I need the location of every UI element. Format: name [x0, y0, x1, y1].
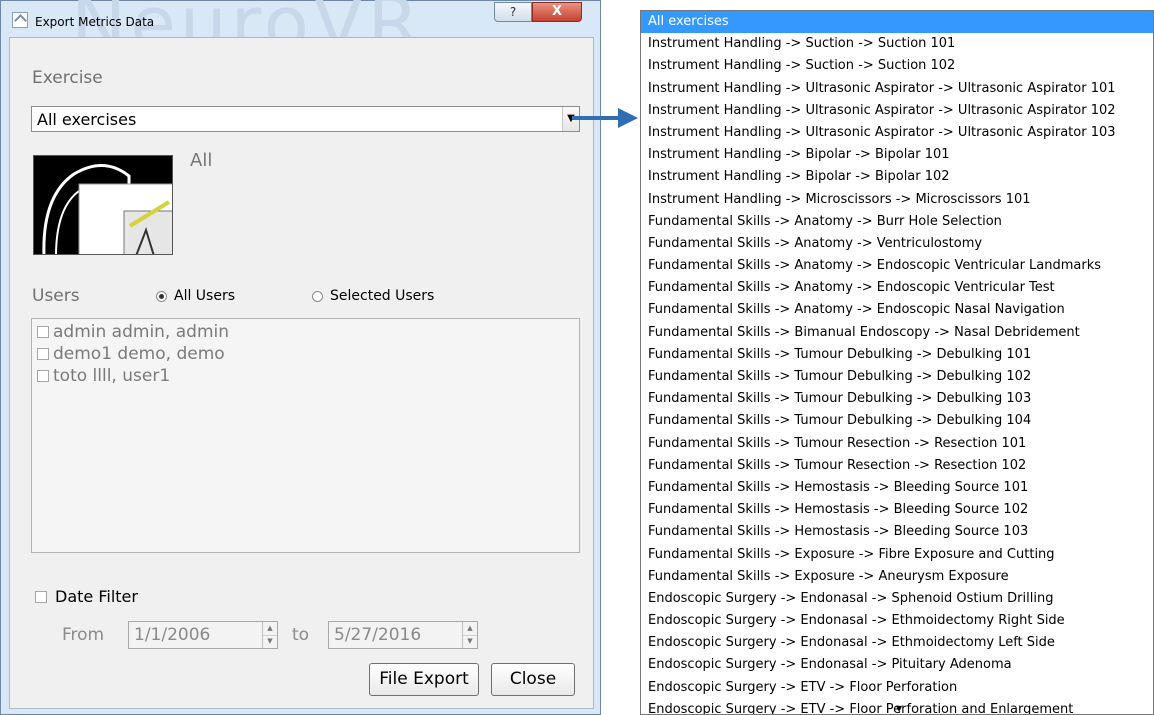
close-button[interactable]: Close — [491, 663, 575, 696]
list-item[interactable]: Instrument Handling -> Suction -> Suctio… — [641, 55, 1153, 77]
file-export-button[interactable]: File Export — [369, 663, 479, 696]
from-date-field[interactable]: 1/1/2006 ▲ ▼ — [128, 621, 278, 649]
list-item[interactable]: Fundamental Skills -> Exposure -> Aneury… — [641, 566, 1153, 588]
selected-users-radio[interactable]: Selected Users — [312, 288, 434, 304]
list-item[interactable]: Fundamental Skills -> Exposure -> Fibre … — [641, 544, 1153, 566]
list-item[interactable]: Instrument Handling -> Ultrasonic Aspira… — [641, 100, 1153, 122]
export-metrics-dialog: NeuroVR Export Metrics Data ? X Exercise… — [0, 0, 601, 715]
user-name: toto llll, user1 — [53, 366, 171, 386]
exercise-label: Exercise — [32, 68, 103, 88]
spin-down-icon[interactable]: ▼ — [463, 635, 477, 648]
close-icon: X — [551, 4, 563, 19]
exercise-combobox-value: All exercises — [37, 110, 137, 129]
list-item[interactable]: Endoscopic Surgery -> ETV -> Floor Perfo… — [641, 677, 1153, 699]
exercise-combobox[interactable]: All exercises ▼ — [31, 106, 580, 132]
window-close-button[interactable]: X — [532, 2, 582, 22]
checkbox-icon[interactable] — [37, 326, 49, 338]
list-item[interactable]: Fundamental Skills -> Tumour Resection -… — [641, 433, 1153, 455]
list-item[interactable]: Fundamental Skills -> Tumour Debulking -… — [641, 344, 1153, 366]
list-item[interactable]: demo1 demo, demo — [37, 344, 225, 364]
from-label: From — [62, 625, 105, 645]
checkbox-icon[interactable] — [35, 590, 47, 603]
help-button[interactable]: ? — [494, 2, 532, 22]
list-item[interactable]: Fundamental Skills -> Hemostasis -> Blee… — [641, 477, 1153, 499]
app-icon — [12, 12, 28, 28]
checkbox-icon[interactable] — [37, 348, 49, 360]
all-users-label: All Users — [174, 288, 236, 304]
arrow-right-icon — [572, 108, 638, 128]
users-list[interactable]: admin admin, admin demo1 demo, demo toto… — [31, 318, 580, 553]
to-date-field[interactable]: 5/27/2016 ▲ ▼ — [328, 621, 478, 649]
list-item[interactable]: Instrument Handling -> Ultrasonic Aspira… — [641, 78, 1153, 100]
exercise-thumbnail — [33, 155, 173, 255]
list-item[interactable]: Fundamental Skills -> Anatomy -> Endosco… — [641, 277, 1153, 299]
radio-checked-icon — [156, 290, 167, 302]
title-bar[interactable]: Export Metrics Data ? X — [1, 1, 600, 31]
selected-users-label: Selected Users — [330, 288, 435, 304]
exercise-dropdown-list[interactable]: All exercises Instrument Handling -> Suc… — [640, 10, 1154, 715]
list-item[interactable]: Fundamental Skills -> Anatomy -> Endosco… — [641, 255, 1153, 277]
list-item[interactable]: Fundamental Skills -> Tumour Debulking -… — [641, 366, 1153, 388]
window-title: Export Metrics Data — [35, 15, 155, 29]
spin-up-icon[interactable]: ▲ — [463, 622, 477, 636]
list-item[interactable]: Fundamental Skills -> Tumour Debulking -… — [641, 410, 1153, 432]
list-item[interactable]: Fundamental Skills -> Tumour Resection -… — [641, 455, 1153, 477]
to-date-value: 5/27/2016 — [334, 625, 422, 645]
spin-down-icon[interactable]: ▼ — [263, 635, 277, 648]
list-item[interactable]: Fundamental Skills -> Anatomy -> Endosco… — [641, 299, 1153, 321]
all-users-radio[interactable]: All Users — [156, 288, 235, 304]
list-item[interactable]: Instrument Handling -> Bipolar -> Bipola… — [641, 166, 1153, 188]
to-date-spinner[interactable]: ▲ ▼ — [462, 622, 477, 648]
spin-up-icon[interactable]: ▲ — [263, 622, 277, 636]
list-item[interactable]: Endoscopic Surgery -> Endonasal -> Ethmo… — [641, 610, 1153, 632]
list-item[interactable]: Instrument Handling -> Ultrasonic Aspira… — [641, 122, 1153, 144]
dialog-body: Exercise All exercises ▼ All Users All U… — [9, 37, 594, 709]
list-item[interactable]: Fundamental Skills -> Hemostasis -> Blee… — [641, 499, 1153, 521]
scroll-down-icon[interactable]: ▼ — [896, 704, 902, 713]
checkbox-icon[interactable] — [37, 370, 49, 382]
list-item[interactable]: Fundamental Skills -> Tumour Debulking -… — [641, 388, 1153, 410]
from-date-spinner[interactable]: ▲ ▼ — [262, 622, 277, 648]
list-item[interactable]: Endoscopic Surgery -> Endonasal -> Sphen… — [641, 588, 1153, 610]
list-item[interactable]: Fundamental Skills -> Bimanual Endoscopy… — [641, 322, 1153, 344]
list-item[interactable]: Fundamental Skills -> Hemostasis -> Blee… — [641, 521, 1153, 543]
exercise-thumbnail-caption: All — [190, 150, 213, 171]
list-item[interactable]: Fundamental Skills -> Anatomy -> Ventric… — [641, 233, 1153, 255]
exercise-thumbnail-art — [34, 156, 172, 254]
list-item[interactable]: Endoscopic Surgery -> Endonasal -> Pitui… — [641, 654, 1153, 676]
list-item[interactable]: Fundamental Skills -> Anatomy -> Burr Ho… — [641, 211, 1153, 233]
list-item[interactable]: toto llll, user1 — [37, 366, 170, 386]
user-name: admin admin, admin — [53, 322, 230, 342]
list-item[interactable]: All exercises — [641, 11, 1153, 34]
list-item[interactable]: Instrument Handling -> Microscissors -> … — [641, 189, 1153, 211]
date-filter-checkbox[interactable]: Date Filter — [35, 587, 138, 606]
to-label: to — [292, 625, 310, 645]
radio-unchecked-icon — [312, 290, 323, 302]
users-label: Users — [32, 286, 80, 306]
list-item[interactable]: Endoscopic Surgery -> Endonasal -> Ethmo… — [641, 632, 1153, 654]
help-icon: ? — [509, 5, 517, 19]
list-item[interactable]: Instrument Handling -> Bipolar -> Bipola… — [641, 144, 1153, 166]
date-filter-label: Date Filter — [55, 587, 138, 606]
list-item[interactable]: admin admin, admin — [37, 322, 229, 342]
from-date-value: 1/1/2006 — [134, 625, 211, 645]
list-item[interactable]: Instrument Handling -> Suction -> Suctio… — [641, 33, 1153, 55]
user-name: demo1 demo, demo — [53, 344, 225, 364]
